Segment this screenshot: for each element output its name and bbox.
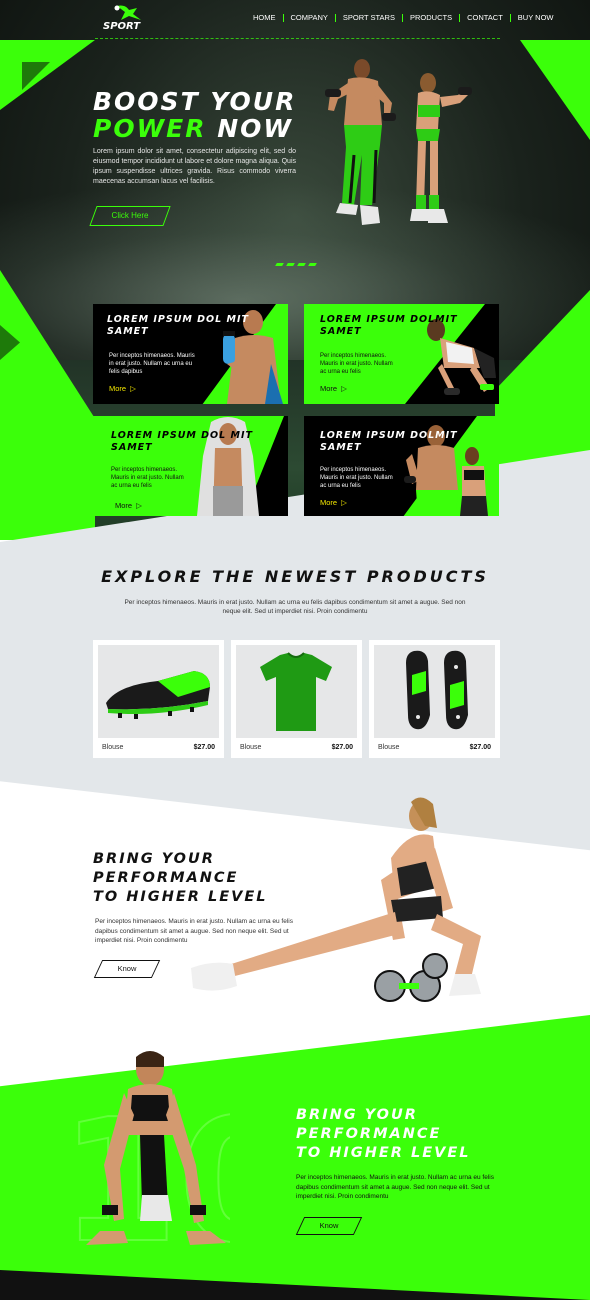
banner-4-title: LOREM IPSUM DOLMIT SAMET	[320, 430, 458, 453]
slider-dot[interactable]	[297, 263, 306, 266]
product-image-shirt	[236, 645, 357, 738]
performance-title-2: BRING YOUR PERFORMANCE TO HIGHER LEVEL	[296, 1106, 470, 1163]
banner-4-text: Per inceptos himenaeos. Mauris in erat j…	[320, 467, 393, 489]
hero-title: BOOST YOUR POWER NOW	[93, 88, 296, 142]
sport-logo[interactable]: SPORT	[103, 4, 153, 36]
banner-3-text: Per inceptos himenaeos. Mauris in erat j…	[111, 467, 184, 489]
banner-3-more-link[interactable]: More ▷	[115, 501, 142, 510]
banner-1-more-link[interactable]: More ▷	[109, 384, 136, 393]
banner-3-title: LOREM IPSUM DOL MIT SAMET	[111, 430, 253, 453]
slider-dots[interactable]	[275, 263, 317, 266]
hero-title-accent: POWER	[93, 114, 207, 143]
nav-divider	[95, 38, 500, 39]
woman-stretch-dumbbell-image	[191, 797, 481, 1002]
product-image-boots	[374, 645, 495, 738]
green-tshirt-image	[260, 652, 332, 731]
nav-home[interactable]: HOME	[246, 14, 283, 22]
sprinter-woman-image	[86, 1051, 226, 1245]
know-button-2[interactable]: Know	[295, 1217, 363, 1235]
more-label: More	[115, 501, 133, 510]
play-arrow-icon: ▷	[130, 384, 136, 393]
performance-title-line: PERFORMANCE	[296, 1126, 442, 1142]
product-price: $27.00	[331, 744, 353, 751]
slider-dot[interactable]	[286, 263, 295, 266]
product-name: Blouse	[102, 744, 124, 751]
product-price: $27.00	[469, 744, 491, 751]
nav-sport-stars[interactable]: SPORT STARS	[334, 14, 402, 22]
slider-dot[interactable]	[308, 263, 317, 266]
product-price: $27.00	[193, 744, 215, 751]
top-navbar: SPORT HOME COMPANY SPORT STARS PRODUCTS …	[0, 0, 590, 40]
soccer-shoe-image	[106, 671, 210, 719]
hero-athletes-image	[325, 59, 472, 225]
banner-4-more-link[interactable]: More ▷	[320, 498, 347, 507]
football-boots-image	[406, 650, 468, 730]
banner-2-more-link[interactable]: More ▷	[320, 384, 347, 393]
promo-banner-2[interactable]: LOREM IPSUM DOLMIT SAMET Per inceptos hi…	[304, 304, 499, 404]
more-label: More	[109, 384, 127, 393]
know-label: Know	[117, 964, 137, 973]
promo-banner-4[interactable]: LOREM IPSUM DOLMIT SAMET Per inceptos hi…	[304, 416, 499, 516]
hero-green-corner-right	[520, 40, 590, 140]
product-name: Blouse	[240, 744, 262, 751]
banner-2-title: LOREM IPSUM DOLMIT SAMET	[320, 314, 458, 337]
know-label: Know	[319, 1221, 339, 1230]
more-label: More	[320, 384, 338, 393]
hero-description: Lorem ipsum dolor sit amet, consectetur …	[93, 148, 296, 185]
products-subtitle: Per inceptos himenaeos. Mauris in erat j…	[124, 599, 466, 615]
hero-title-rest: NOW	[217, 114, 293, 143]
play-arrow-icon: ▷	[136, 501, 142, 510]
banner-1-text: Per inceptos himenaeos. Mauris in erat j…	[109, 353, 195, 375]
know-button-1[interactable]: Know	[93, 960, 161, 978]
nav-company[interactable]: COMPANY	[282, 14, 335, 22]
nav-menu: HOME COMPANY SPORT STARS PRODUCTS CONTAC…	[246, 14, 560, 22]
product-card-2[interactable]: Blouse $27.00	[231, 640, 362, 758]
product-card-3[interactable]: Blouse $27.00	[369, 640, 500, 758]
performance-title-line: BRING YOUR	[296, 1107, 418, 1123]
hero-section: SPORT HOME COMPANY SPORT STARS PRODUCTS …	[0, 0, 590, 540]
promo-banner-3[interactable]: LOREM IPSUM DOL MIT SAMET Per inceptos h…	[93, 416, 288, 516]
logo-text: SPORT	[103, 21, 141, 32]
slider-dot[interactable]	[275, 263, 284, 266]
runner-logo-icon	[114, 5, 141, 20]
nav-contact[interactable]: CONTACT	[459, 14, 510, 22]
products-title: EXPLORE THE NEWEST PRODUCTS	[101, 567, 489, 586]
banner-1-title: LOREM IPSUM DOL MIT SAMET	[107, 314, 249, 337]
nav-products[interactable]: PRODUCTS	[401, 14, 459, 22]
nav-buy-now[interactable]: BUY NOW	[509, 14, 561, 22]
product-name: Blouse	[378, 744, 400, 751]
hero-title-line1: BOOST YOUR	[93, 87, 297, 116]
hero-green-corner-left	[0, 40, 95, 110]
click-here-button[interactable]: Click Here	[89, 206, 171, 226]
performance-title-line: TO HIGHER LEVEL	[296, 1145, 471, 1161]
smoke-background	[0, 180, 590, 380]
banner-2-text: Per inceptos himenaeos. Mauris in erat j…	[320, 353, 393, 375]
play-arrow-icon: ▷	[341, 384, 347, 393]
promo-banner-1[interactable]: LOREM IPSUM DOL MIT SAMET Per inceptos h…	[93, 304, 288, 404]
more-label: More	[320, 498, 338, 507]
product-image-shoe	[98, 645, 219, 738]
click-here-label: Click Here	[111, 211, 149, 220]
play-arrow-icon: ▷	[341, 498, 347, 507]
product-card-1[interactable]: Blouse $27.00	[93, 640, 224, 758]
performance-text-2: Per inceptos himenaeos. Mauris in erat j…	[296, 1174, 494, 1200]
